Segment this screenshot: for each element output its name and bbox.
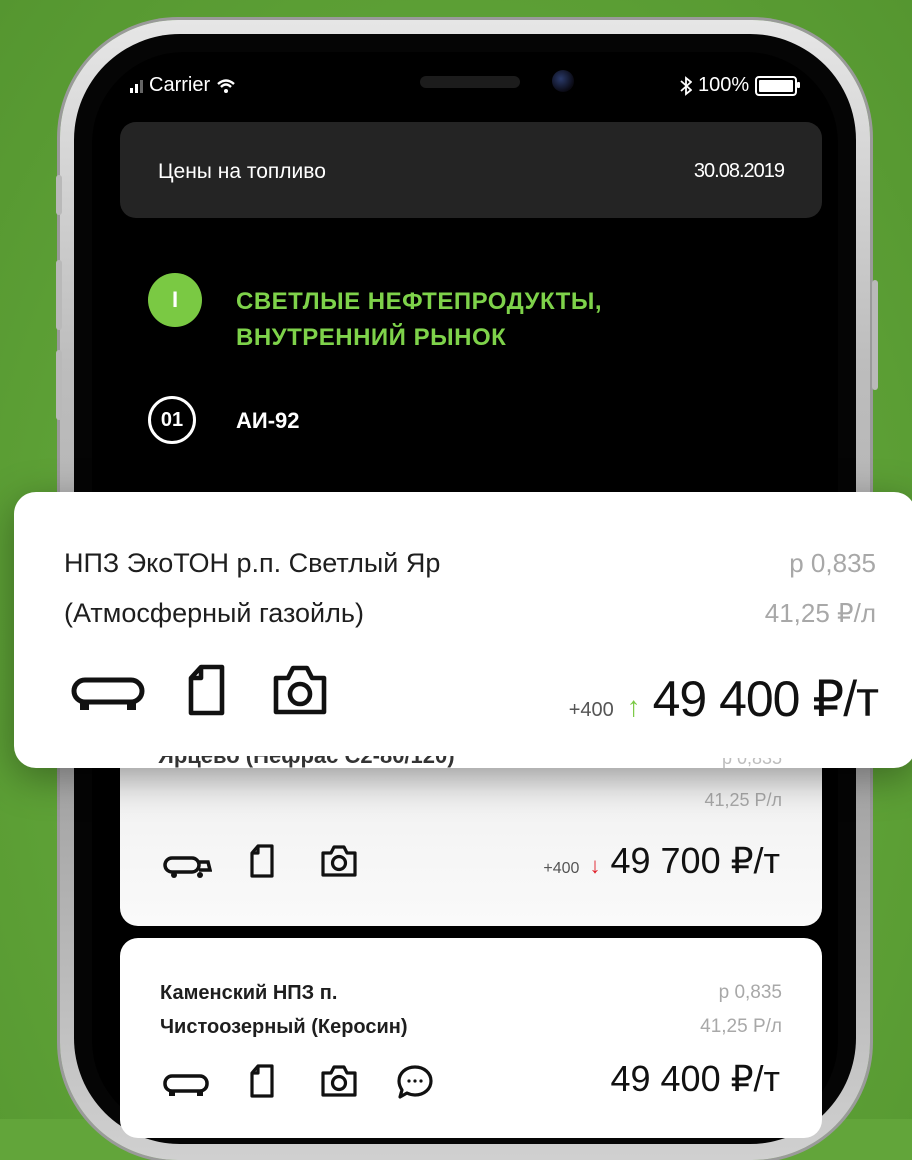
refinery-name-line1: НПЗ ЭкоТОН р.п. Светлый Яр <box>64 548 441 578</box>
wifi-icon <box>217 78 235 93</box>
signal-icon <box>130 79 143 93</box>
per-liter: 41,25 Р/л <box>700 1016 782 1037</box>
status-bar-left: Carrier <box>130 74 236 97</box>
price-value: 49 400 ₽/т <box>652 671 879 727</box>
section-badge: I <box>148 273 202 327</box>
section-title[interactable]: СВЕТЛЫЕ НЕФТЕПРОДУКТЫ, ВНУТРЕННИЙ РЫНОК <box>236 284 602 356</box>
price-meta: р 0,835 41,25 Р/л <box>700 976 782 1044</box>
price-delta: +400 <box>543 860 580 877</box>
section-title-line1: СВЕТЛЫЕ НЕФТЕПРОДУКТЫ, <box>236 288 603 315</box>
per-liter: 41,25 Р/л <box>704 790 782 810</box>
bluetooth-icon <box>680 75 692 96</box>
price-row: +400 ↓ 49 700 ₽/т <box>543 840 780 882</box>
price-card[interactable]: Каменский НПЗ п. Чистоозерный (Керосин) … <box>120 938 822 1138</box>
tank-icon[interactable] <box>70 672 146 716</box>
status-bar-right: 100% <box>680 74 801 97</box>
volume-up-button <box>56 260 62 330</box>
section-title-line2: ВНУТРЕННИЙ РЫНОК <box>236 324 507 351</box>
header-card: Цены на топливо 30.08.2019 <box>120 122 822 218</box>
volume-down-button <box>56 350 62 420</box>
battery-icon <box>755 75 801 96</box>
chat-icon[interactable] <box>396 1064 434 1100</box>
price-value: 49 700 ₽/т <box>610 840 780 881</box>
document-icon[interactable] <box>248 844 276 878</box>
document-icon[interactable] <box>248 1064 276 1098</box>
product-name[interactable]: АИ-92 <box>236 408 300 434</box>
camera-icon[interactable] <box>272 664 328 716</box>
refinery-name-line2: Чистоозерный (Керосин) <box>160 1016 408 1038</box>
ratio: р 0,835 <box>718 982 782 1003</box>
document-icon[interactable] <box>186 664 226 716</box>
speaker-grille <box>420 76 520 88</box>
price-value: 49 400 ₽/т <box>610 1058 780 1099</box>
header-date: 30.08.2019 <box>693 160 785 182</box>
price-card-highlighted[interactable]: НПЗ ЭкоТОН р.п. Светлый Яр (Атмосферный … <box>14 492 912 768</box>
refinery-name: НПЗ ЭкоТОН р.п. Светлый Яр (Атмосферный … <box>64 538 440 638</box>
price-row: +400 ↑ 49 400 ₽/т <box>568 670 879 728</box>
carrier-label: Carrier <box>149 74 211 96</box>
refinery-name-partial: Ярцево (Нефрас С2-80/120) <box>158 756 455 772</box>
price-delta: +400 <box>568 699 614 721</box>
per-liter: 41,25 ₽/л <box>764 598 876 628</box>
mute-switch <box>56 175 62 215</box>
camera-icon[interactable] <box>320 844 358 878</box>
refinery-name-line1: Каменский НПЗ п. <box>160 982 338 1004</box>
arrow-down-icon: ↓ <box>589 853 601 878</box>
arrow-up-icon: ↑ <box>626 691 641 722</box>
tank-icon[interactable] <box>162 1070 210 1100</box>
refinery-name: Каменский НПЗ п. Чистоозерный (Керосин) <box>160 976 408 1044</box>
refinery-name-line2: (Атмосферный газойль) <box>64 598 364 628</box>
ratio: р 0,835 <box>789 548 876 578</box>
camera-icon[interactable] <box>320 1064 358 1098</box>
front-camera <box>552 70 574 92</box>
price-meta: р 0,835 41,25 ₽/л <box>765 538 876 638</box>
product-number-badge: 01 <box>148 396 196 444</box>
power-button <box>872 280 878 390</box>
tank-truck-icon[interactable] <box>162 850 212 880</box>
battery-percent: 100% <box>698 74 750 96</box>
page-title: Цены на топливо <box>158 160 326 183</box>
ratio-partial: р 0,835 <box>721 758 782 768</box>
